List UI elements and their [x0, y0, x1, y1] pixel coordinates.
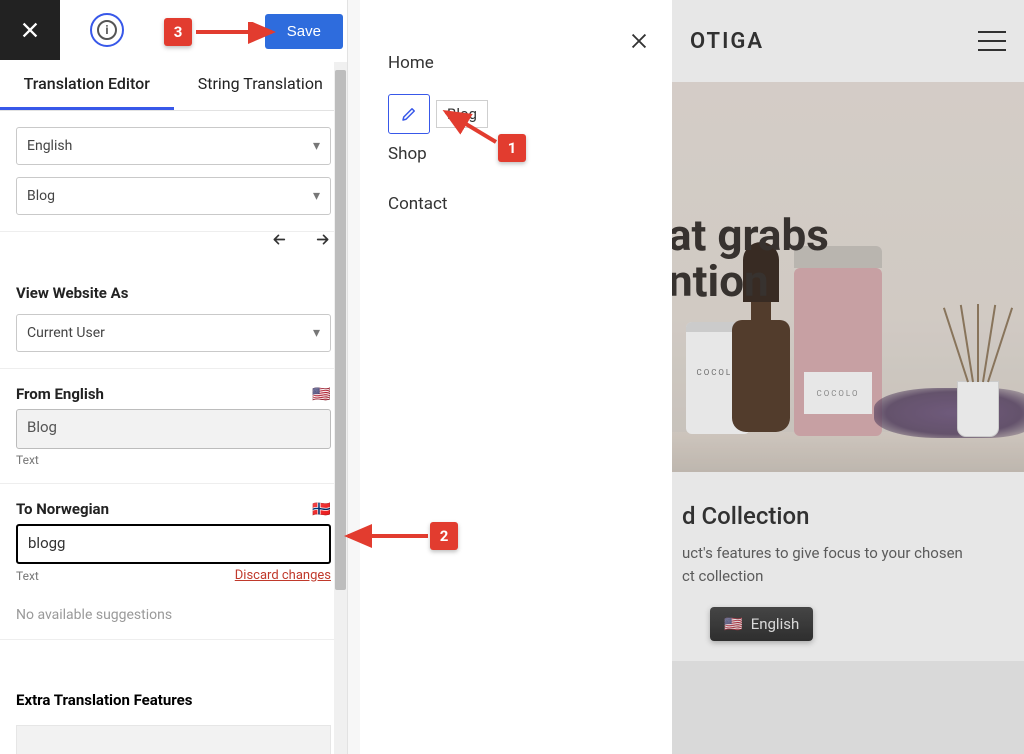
- discard-changes-link[interactable]: Discard changes: [235, 568, 331, 583]
- content-select-value: Blog: [27, 188, 55, 204]
- flag-no-icon: 🇳🇴: [312, 500, 331, 518]
- sidebar-scrollbar[interactable]: [334, 62, 347, 754]
- redo-button[interactable]: [311, 232, 331, 252]
- preview-dim-overlay: [672, 0, 1024, 754]
- sidebar-body: English ▾ Blog ▾ View Website As Curren: [0, 111, 347, 754]
- from-type-label: Text: [16, 453, 39, 467]
- close-editor-button[interactable]: [0, 0, 60, 60]
- tab-string-translation[interactable]: String Translation: [174, 60, 348, 110]
- caret-down-icon: ▾: [313, 138, 320, 154]
- annotation-marker-3: 3: [164, 18, 192, 46]
- info-icon: i: [97, 20, 117, 40]
- annotation-marker-2: 2: [430, 522, 458, 550]
- to-label: To Norwegian: [16, 500, 109, 518]
- translation-sidebar: i Save Translation Editor String Transla…: [0, 0, 348, 754]
- save-button[interactable]: Save: [265, 14, 343, 49]
- menu-item-contact[interactable]: Contact: [388, 179, 644, 229]
- extra-features-box: [16, 725, 331, 754]
- menu-close-button[interactable]: [628, 30, 650, 56]
- menu-item-home[interactable]: Home: [388, 38, 644, 88]
- from-text: Blog: [16, 409, 331, 449]
- flag-us-icon: 🇺🇸: [312, 385, 331, 403]
- suggestions-empty: No available suggestions: [0, 591, 347, 639]
- language-select[interactable]: English ▾: [16, 127, 331, 165]
- view-as-select[interactable]: Current User ▾: [16, 314, 331, 352]
- scrollbar-thumb[interactable]: [335, 70, 346, 590]
- extra-features-label: Extra Translation Features: [0, 675, 347, 725]
- to-type-label: Text: [16, 569, 39, 583]
- menu-item-blog-selected[interactable]: Blog: [436, 100, 488, 128]
- view-as-label: View Website As: [16, 284, 331, 302]
- close-icon: [628, 30, 650, 52]
- content-select[interactable]: Blog ▾: [16, 177, 331, 215]
- pencil-icon: [400, 105, 418, 123]
- from-label: From English: [16, 385, 104, 403]
- site-preview: OTIGA at grabsntion COCOLO COCOLO d Coll…: [672, 0, 1024, 754]
- nav-menu-popover: Home Blog Shop Contact: [360, 0, 672, 754]
- edit-menu-item-button[interactable]: [388, 94, 430, 134]
- to-text-input[interactable]: blogg: [16, 524, 331, 564]
- tab-translation-editor[interactable]: Translation Editor: [0, 60, 174, 110]
- close-icon: [19, 19, 41, 41]
- language-select-value: English: [27, 138, 72, 154]
- caret-down-icon: ▾: [313, 325, 320, 341]
- undo-button[interactable]: [271, 232, 291, 252]
- annotation-marker-1: 1: [498, 134, 526, 162]
- info-button[interactable]: i: [90, 13, 124, 47]
- caret-down-icon: ▾: [313, 188, 320, 204]
- sidebar-tabs: Translation Editor String Translation: [0, 60, 347, 111]
- view-as-value: Current User: [27, 325, 105, 341]
